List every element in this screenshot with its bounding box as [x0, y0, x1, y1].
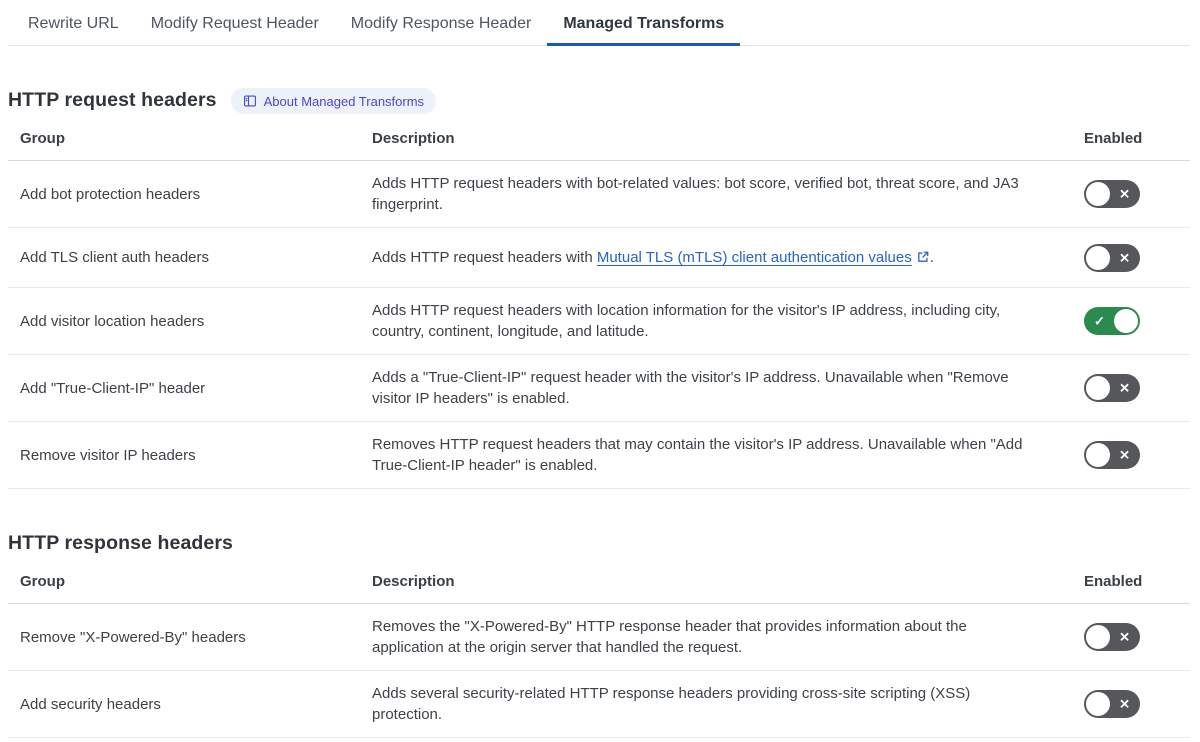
group-label: Remove visitor IP headers: [20, 446, 196, 464]
enabled-cell: ✓ ✕: [1060, 243, 1190, 272]
description-text: Adds several security-related HTTP respo…: [372, 685, 971, 723]
request-headers-section: HTTP request headers About Managed Trans…: [8, 86, 1190, 489]
x-icon: ✕: [1119, 447, 1130, 463]
check-icon: ✓: [1094, 313, 1105, 329]
column-group: Group: [20, 573, 65, 590]
tab[interactable]: Modify Response Header: [335, 0, 548, 46]
group-label: Remove "X-Powered-By" headers: [20, 628, 246, 646]
enabled-toggle[interactable]: ✓ ✕: [1084, 441, 1140, 469]
enabled-toggle[interactable]: ✓ ✕: [1084, 374, 1140, 402]
x-icon: ✕: [1119, 696, 1130, 712]
enabled-toggle[interactable]: ✓ ✕: [1084, 623, 1140, 651]
tab[interactable]: Rewrite URL: [12, 0, 135, 46]
toggle-knob: [1086, 182, 1110, 206]
enabled-cell: ✓ ✕: [1060, 441, 1190, 469]
table-row: Add TLS client auth headers Adds HTTP re…: [8, 228, 1190, 288]
description-cell: Adds several security-related HTTP respo…: [372, 683, 1060, 725]
table-body: Remove "X-Powered-By" headers Removes th…: [8, 604, 1190, 738]
x-icon: ✕: [1119, 186, 1130, 202]
toggle-knob: [1086, 443, 1110, 467]
enabled-toggle[interactable]: ✓ ✕: [1084, 690, 1140, 718]
tab-bar: Rewrite URL Modify Request Header Modify R…: [8, 0, 1190, 46]
toggle-knob: [1086, 625, 1110, 649]
group-label: Add security headers: [20, 695, 161, 713]
table-row: Remove "X-Powered-By" headers Removes th…: [8, 604, 1190, 671]
description-cell: Adds HTTP request headers with bot-relat…: [372, 173, 1060, 215]
enabled-cell: ✓ ✕: [1060, 374, 1190, 402]
table-row: Add "True-Client-IP" header Adds a "True…: [8, 355, 1190, 422]
section-title-request: HTTP request headers: [8, 88, 217, 111]
enabled-toggle[interactable]: ✓ ✕: [1084, 243, 1140, 272]
description-cell: Adds HTTP request headers with location …: [372, 300, 1060, 342]
column-group: Group: [20, 130, 65, 147]
external-link-icon: [917, 251, 929, 262]
description-text: Removes the "X-Powered-By" HTTP response…: [372, 618, 967, 656]
group-label: Add bot protection headers: [20, 185, 201, 203]
column-enabled: Enabled: [1084, 130, 1143, 147]
table-row: Add bot protection headers Adds HTTP req…: [8, 161, 1190, 228]
group-label: Add visitor location headers: [20, 312, 205, 330]
response-headers-section: HTTP response headers Group Description …: [8, 529, 1190, 738]
description-text: .: [929, 249, 934, 266]
toggle-knob: [1114, 309, 1138, 333]
description-text: Adds HTTP request headers with location …: [372, 302, 1001, 340]
tab[interactable]: Modify Request Header: [135, 0, 335, 46]
toggle-knob: [1086, 376, 1110, 400]
description-cell: Adds a "True-Client-IP" request header w…: [372, 367, 1060, 409]
description-cell: Removes HTTP request headers that may co…: [372, 434, 1060, 476]
enabled-cell: ✓ ✕: [1060, 623, 1190, 651]
description-link-text: Mutual TLS (mTLS) client authentication …: [596, 249, 912, 266]
enabled-cell: ✓ ✕: [1060, 180, 1190, 208]
table-body: Add bot protection headers Adds HTTP req…: [8, 161, 1190, 489]
column-description: Description: [372, 130, 455, 147]
x-icon: ✕: [1119, 380, 1130, 396]
description-link[interactable]: Mutual TLS (mTLS) client authentication …: [597, 249, 930, 266]
group-label: Add TLS client auth headers: [20, 249, 210, 266]
description-text: Adds HTTP request headers with bot-relat…: [372, 175, 1019, 213]
table-row: Remove visitor IP headers Removes HTTP r…: [8, 422, 1190, 489]
x-icon: ✕: [1119, 629, 1130, 645]
managed-transforms-page: Rewrite URL Modify Request Header Modify R…: [0, 0, 1200, 738]
column-enabled: Enabled: [1084, 573, 1143, 590]
description-text: Adds a "True-Client-IP" request header w…: [372, 369, 1009, 407]
description-cell: Removes the "X-Powered-By" HTTP response…: [372, 616, 1060, 658]
book-icon: [243, 95, 256, 107]
about-managed-transforms-badge[interactable]: About Managed Transforms: [230, 88, 437, 114]
column-description: Description: [372, 573, 455, 590]
badge-label: About Managed Transforms: [263, 93, 425, 109]
description-text: Adds HTTP request headers with: [372, 249, 597, 266]
toggle-knob: [1086, 245, 1110, 270]
table-header: Group Description Enabled: [8, 573, 1190, 604]
description-cell: Adds HTTP request headers with Mutual TL…: [372, 247, 1060, 268]
table-row: Add security headers Adds several securi…: [8, 671, 1190, 738]
table-row: Add visitor location headers Adds HTTP r…: [8, 288, 1190, 355]
enabled-cell: ✓ ✕: [1060, 307, 1190, 335]
enabled-toggle[interactable]: ✓ ✕: [1084, 307, 1140, 335]
enabled-cell: ✓ ✕: [1060, 690, 1190, 718]
description-text: Removes HTTP request headers that may co…: [372, 436, 1023, 474]
toggle-knob: [1086, 692, 1110, 716]
tab[interactable]: Managed Transforms: [547, 0, 741, 46]
group-label: Add "True-Client-IP" header: [20, 379, 206, 397]
enabled-toggle[interactable]: ✓ ✕: [1084, 180, 1140, 208]
table-header: Group Description Enabled: [8, 130, 1190, 161]
x-icon: ✕: [1119, 250, 1130, 265]
section-title-response: HTTP response headers: [8, 531, 233, 554]
